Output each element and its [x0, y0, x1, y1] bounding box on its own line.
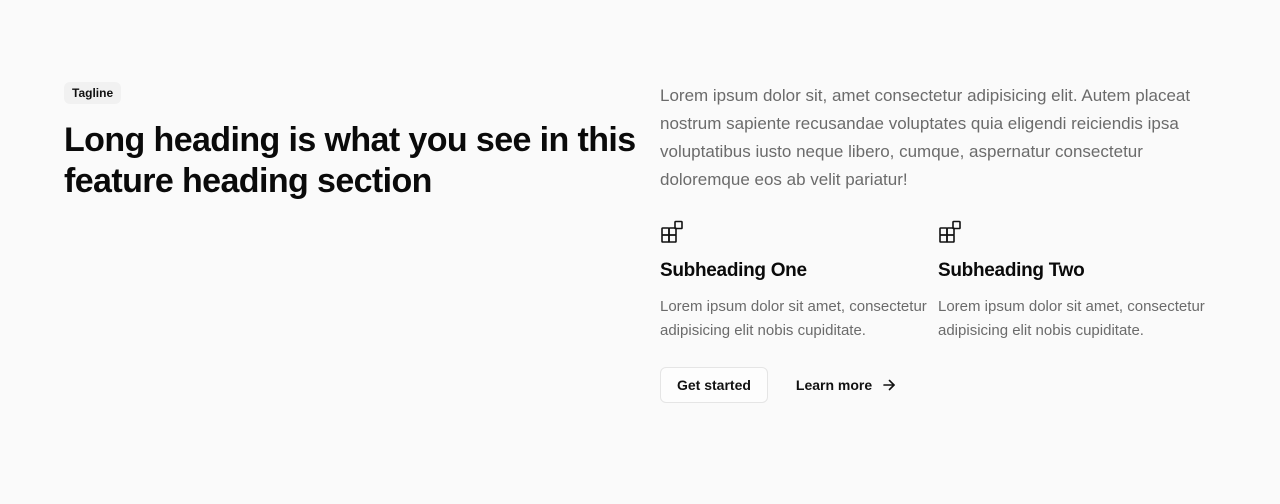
feature-title: Subheading Two [938, 260, 1085, 281]
feature-list: Subheading One Lorem ipsum dolor sit ame… [660, 220, 1216, 343]
learn-more-button[interactable]: Learn more [796, 377, 896, 393]
feature-description: Lorem ipsum dolor sit amet, consectetur … [660, 298, 927, 339]
get-started-button[interactable]: Get started [660, 367, 768, 403]
tagline-badge: Tagline [64, 82, 122, 104]
feature-title: Subheading One [660, 260, 807, 281]
feature-item-two: Subheading Two Lorem ipsum dolor sit ame… [938, 220, 1216, 343]
feature-description: Lorem ipsum dolor sit amet, consectetur … [938, 298, 1205, 339]
intro-paragraph: Lorem ipsum dolor sit, amet consectetur … [660, 86, 1191, 189]
learn-more-label: Learn more [795, 377, 873, 393]
content-column: Lorem ipsum dolor sit, amet consectetur … [660, 82, 1216, 403]
heading-column: Tagline Long heading is what you see in … [64, 82, 660, 403]
action-row: Get started Learn more [660, 367, 1216, 403]
feature-item-one: Subheading One Lorem ipsum dolor sit ame… [660, 220, 938, 343]
feature-section: Tagline Long heading is what you see in … [64, 82, 1216, 403]
arrow-right-icon [883, 379, 895, 391]
section-heading: Long heading is what you see in this fea… [64, 121, 636, 200]
widget-blocks-icon [661, 220, 683, 243]
widget-blocks-icon [939, 220, 961, 243]
